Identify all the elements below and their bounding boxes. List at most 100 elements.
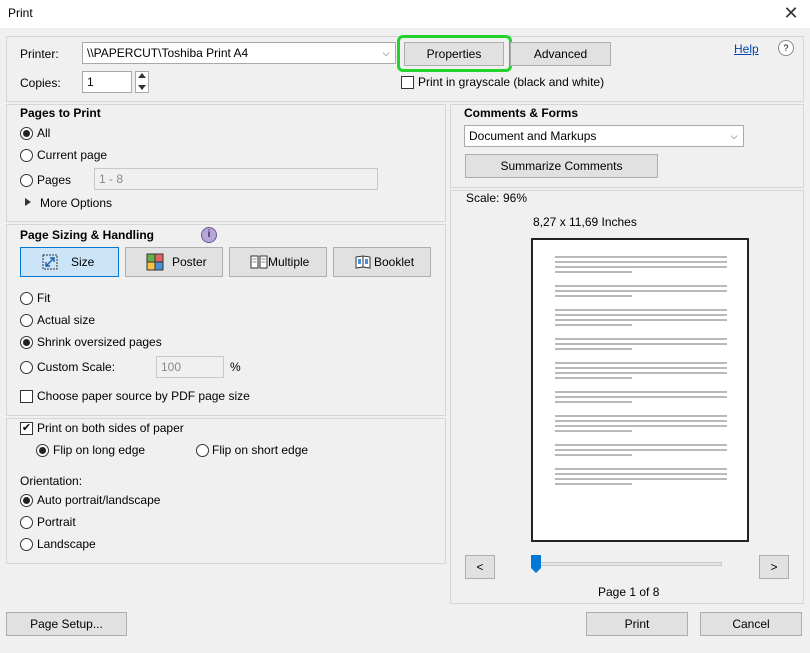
pages-range-input[interactable]: 1 - 8 xyxy=(94,168,378,190)
slider-thumb-icon xyxy=(531,555,541,573)
cancel-button[interactable]: Cancel xyxy=(700,612,802,636)
multiple-pages-icon xyxy=(250,255,268,269)
preview-text-line xyxy=(555,401,632,403)
shrink-oversized-radio[interactable] xyxy=(20,336,33,349)
shrink-oversized-label: Shrink oversized pages xyxy=(37,335,162,349)
preview-text-line xyxy=(555,314,727,316)
auto-orientation-radio[interactable] xyxy=(20,494,33,507)
preview-text-line xyxy=(555,285,727,287)
chevron-down-icon: ⌵ xyxy=(382,48,390,58)
fit-label: Fit xyxy=(37,291,51,305)
preview-text-line xyxy=(555,425,727,427)
copies-stepper[interactable] xyxy=(135,71,149,93)
portrait-label: Portrait xyxy=(37,515,76,529)
preview-text-line xyxy=(555,444,727,446)
portrait-radio[interactable] xyxy=(20,516,33,529)
next-page-button[interactable]: > xyxy=(759,555,789,579)
preview-text-line xyxy=(555,266,727,268)
long-edge-radio[interactable] xyxy=(36,444,49,457)
multiple-label: Multiple xyxy=(268,255,310,269)
help-icon[interactable]: ? xyxy=(778,40,794,56)
both-sides-checkbox[interactable]: ✔ xyxy=(20,422,33,435)
multiple-button[interactable]: Multiple xyxy=(229,247,327,277)
scale-value: 96% xyxy=(503,191,528,205)
title-bar xyxy=(0,0,810,28)
short-edge-label: Flip on short edge xyxy=(212,443,309,457)
fit-radio[interactable] xyxy=(20,292,33,305)
preview-text-line xyxy=(555,309,727,311)
summarize-comments-button[interactable]: Summarize Comments xyxy=(465,154,658,178)
pages-radio[interactable] xyxy=(20,174,33,187)
preview-text-line xyxy=(555,454,632,456)
copies-input[interactable]: 1 xyxy=(82,71,132,93)
more-options-link[interactable]: More Options xyxy=(40,196,112,210)
actual-size-radio[interactable] xyxy=(20,314,33,327)
orientation-heading: Orientation: xyxy=(20,474,83,488)
custom-scale-radio[interactable] xyxy=(20,361,33,374)
grayscale-label: Print in grayscale (black and white) xyxy=(418,75,605,89)
page-size-label: 8,27 x 11,69 Inches xyxy=(533,215,637,229)
preview-text-line xyxy=(555,396,727,398)
all-label: All xyxy=(37,126,51,140)
custom-scale-input[interactable]: 100 xyxy=(156,356,224,378)
grayscale-checkbox[interactable] xyxy=(401,76,414,89)
preview-text-line xyxy=(555,362,727,364)
preview-text-line xyxy=(555,348,632,350)
size-label: Size xyxy=(71,255,95,269)
advanced-button[interactable]: Advanced xyxy=(510,42,611,66)
current-page-radio[interactable] xyxy=(20,149,33,162)
actual-size-label: Actual size xyxy=(37,313,96,327)
preview-text-line xyxy=(555,338,727,340)
preview-text-line xyxy=(555,290,727,292)
properties-button[interactable]: Properties xyxy=(404,42,504,66)
comments-value: Document and Markups xyxy=(469,129,597,143)
scale-label: Scale: xyxy=(466,191,500,205)
window-title: Print xyxy=(8,6,33,20)
booklet-button[interactable]: Booklet xyxy=(333,247,431,277)
current-page-label: Current page xyxy=(37,148,108,162)
long-edge-label: Flip on long edge xyxy=(53,443,146,457)
preview-text-line xyxy=(555,261,727,263)
pages-to-print-heading: Pages to Print xyxy=(20,106,101,120)
poster-button[interactable]: Poster xyxy=(125,247,223,277)
size-icon xyxy=(42,254,58,270)
help-link[interactable]: Help xyxy=(734,42,759,56)
poster-label: Poster xyxy=(172,255,207,269)
custom-scale-label: Custom Scale: xyxy=(37,360,116,374)
preview-text-line xyxy=(555,372,727,374)
comments-heading: Comments & Forms xyxy=(464,106,579,120)
paper-source-label: Choose paper source by PDF page size xyxy=(37,389,250,403)
preview-text-line xyxy=(555,256,727,258)
printer-select[interactable]: \\PAPERCUT\Toshiba Print A4 ⌵ xyxy=(82,42,396,64)
page-slider-track[interactable] xyxy=(536,562,722,566)
preview-text-line xyxy=(555,324,632,326)
all-radio[interactable] xyxy=(20,127,33,140)
preview-text-line xyxy=(555,483,632,485)
previous-page-button[interactable]: < xyxy=(465,555,495,579)
page-status: Page 1 of 8 xyxy=(598,585,660,599)
page-preview-content xyxy=(539,246,741,534)
close-icon[interactable]: ✕ xyxy=(778,2,804,24)
short-edge-radio[interactable] xyxy=(196,444,209,457)
chevron-down-icon: ⌵ xyxy=(730,131,738,141)
stepper-up-icon[interactable] xyxy=(138,73,146,78)
page-slider-thumb[interactable] xyxy=(531,555,541,573)
size-button[interactable]: Size xyxy=(20,247,119,277)
both-sides-label: Print on both sides of paper xyxy=(37,421,184,435)
info-icon[interactable]: i xyxy=(201,227,217,243)
landscape-label: Landscape xyxy=(37,537,96,551)
expand-icon[interactable] xyxy=(25,198,31,206)
preview-text-line xyxy=(555,473,727,475)
printer-value: \\PAPERCUT\Toshiba Print A4 xyxy=(87,46,249,60)
page-setup-button[interactable]: Page Setup... xyxy=(6,612,127,636)
paper-source-checkbox[interactable] xyxy=(20,390,33,403)
print-button[interactable]: Print xyxy=(586,612,688,636)
comments-select[interactable]: Document and Markups ⌵ xyxy=(464,125,744,147)
poster-icon xyxy=(146,253,164,271)
landscape-radio[interactable] xyxy=(20,538,33,551)
booklet-label: Booklet xyxy=(374,255,415,269)
booklet-icon xyxy=(355,255,371,269)
preview-text-line xyxy=(555,391,727,393)
preview-text-line xyxy=(555,415,727,417)
stepper-down-icon[interactable] xyxy=(138,85,146,90)
